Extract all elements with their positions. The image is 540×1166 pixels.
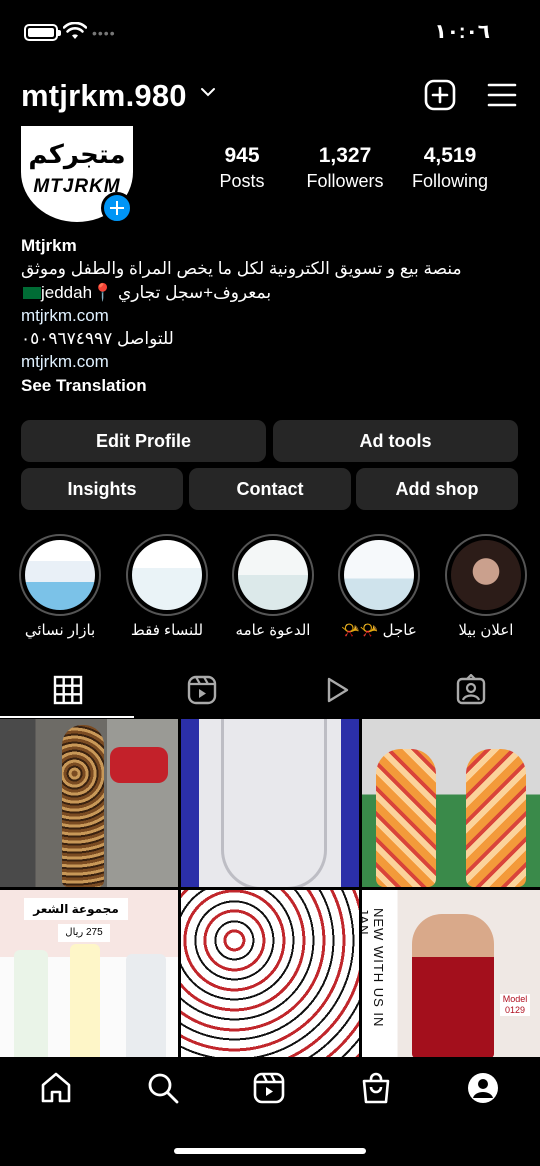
- following-label: Following: [411, 171, 489, 191]
- highlight-5[interactable]: اعلان بيلا: [444, 534, 528, 639]
- bio-line-2-row: بمعروف+سجل تجاري 📍jeddah: [21, 281, 521, 304]
- bottom-nav: [0, 1057, 540, 1166]
- post-vertical-text: NEW WITH US IN JAN: [362, 908, 386, 1028]
- bio-link-1[interactable]: mtjrkm.com: [21, 304, 521, 327]
- avatar-logo-arabic: متجركم: [28, 140, 126, 170]
- highlight-cover: [132, 540, 202, 610]
- highlight-ring: [19, 534, 101, 616]
- product-bottle: [126, 954, 166, 1058]
- post-model-tag: Model 0129: [500, 994, 530, 1016]
- tagged-tab-icon[interactable]: [455, 674, 487, 706]
- highlight-label: للنساء فقط: [130, 622, 204, 639]
- contact-button[interactable]: Contact: [189, 468, 351, 510]
- bio-line-1: منصة بيع و تسويق الكترونية لكل ما يخص ال…: [21, 259, 462, 279]
- menu-icon[interactable]: [487, 82, 517, 108]
- ad-tools-button[interactable]: Ad tools: [273, 420, 518, 462]
- post-thumbnail[interactable]: NEW WITH US IN JAN Model 0129: [362, 890, 540, 1058]
- highlight-cover: [344, 540, 414, 610]
- highlight-cover: [451, 540, 521, 610]
- wifi-icon: [63, 22, 87, 39]
- post-thumbnail[interactable]: [181, 890, 359, 1058]
- highlight-ring: [445, 534, 527, 616]
- post-caption-tag: مجموعة الشعر: [24, 898, 128, 920]
- post-thumbnail[interactable]: [362, 719, 540, 887]
- highlight-3[interactable]: الدعوة عامه: [231, 534, 315, 639]
- highlight-ring: [338, 534, 420, 616]
- create-post-icon[interactable]: [424, 79, 456, 111]
- highlight-cover: [25, 540, 95, 610]
- reels-icon[interactable]: [252, 1071, 286, 1105]
- stat-followers[interactable]: 1,327 Followers: [300, 144, 390, 192]
- highlight-ring: [126, 534, 208, 616]
- posts-count: 945: [224, 144, 260, 167]
- insights-button[interactable]: Insights: [21, 468, 183, 510]
- posts-grid: مجموعة الشعر 275 ريال NEW WITH US IN JAN…: [0, 719, 540, 1058]
- highlight-cover: [238, 540, 308, 610]
- see-translation-link[interactable]: See Translation: [21, 374, 521, 397]
- home-indicator: [174, 1148, 366, 1154]
- stat-posts[interactable]: 945 Posts: [212, 144, 272, 192]
- grid-tab-icon[interactable]: [52, 674, 84, 706]
- shop-icon[interactable]: [359, 1071, 393, 1105]
- followers-label: Followers: [306, 171, 384, 191]
- bio: Mtjrkm منصة بيع و تسويق الكترونية لكل ما…: [21, 234, 521, 397]
- display-name: Mtjrkm: [21, 236, 77, 255]
- highlight-ring: [232, 534, 314, 616]
- edit-profile-button[interactable]: Edit Profile: [21, 420, 266, 462]
- product-bottle: [70, 944, 100, 1058]
- bio-link-2[interactable]: mtjrkm.com: [21, 350, 521, 373]
- username[interactable]: mtjrkm.980: [21, 78, 187, 114]
- highlight-label: عاجل 📯📯: [341, 622, 417, 639]
- signal-dots: ••••: [92, 25, 116, 41]
- highlight-4[interactable]: عاجل 📯📯: [337, 534, 421, 639]
- home-icon[interactable]: [39, 1071, 73, 1105]
- saudi-flag-icon: [23, 287, 41, 300]
- highlight-2[interactable]: للنساء فقط: [125, 534, 209, 639]
- profile-icon[interactable]: [466, 1071, 500, 1105]
- add-shop-button[interactable]: Add shop: [356, 468, 518, 510]
- post-thumbnail[interactable]: [181, 719, 359, 887]
- post-thumbnail[interactable]: [0, 719, 178, 887]
- chevron-down-icon[interactable]: [200, 86, 216, 98]
- highlight-label: الدعوة عامه: [235, 622, 311, 639]
- stat-following[interactable]: 4,519 Following: [405, 144, 495, 192]
- bio-line-2: بمعروف+سجل تجاري 📍jeddah: [41, 282, 272, 302]
- highlight-label: بازار نسائي: [24, 622, 96, 639]
- profile-tabs: [0, 668, 540, 718]
- battery-icon: [24, 24, 61, 41]
- add-story-plus-icon[interactable]: [101, 192, 133, 224]
- followers-count: 1,327: [318, 144, 372, 167]
- active-tab-indicator: [0, 716, 134, 718]
- posts-label: Posts: [219, 171, 265, 191]
- post-price-tag: 275 ريال: [58, 924, 110, 942]
- product-bottle: [14, 950, 48, 1058]
- post-thumbnail[interactable]: مجموعة الشعر 275 ريال: [0, 890, 178, 1058]
- reels-tab-icon[interactable]: [186, 674, 218, 706]
- following-count: 4,519: [423, 144, 477, 167]
- highlight-label: اعلان بيلا: [458, 622, 514, 639]
- status-bar: •••• ١٠:٠٦: [0, 0, 540, 64]
- videos-tab-icon[interactable]: [321, 674, 353, 706]
- profile-header: mtjrkm.980: [0, 72, 540, 120]
- clock: ١٠:٠٦: [434, 21, 491, 43]
- bio-contact: للتواصل ٠٥٠٩٦٧٤٩٩٧: [21, 329, 174, 349]
- highlight-1[interactable]: بازار نسائي: [18, 534, 102, 639]
- search-icon[interactable]: [146, 1071, 180, 1105]
